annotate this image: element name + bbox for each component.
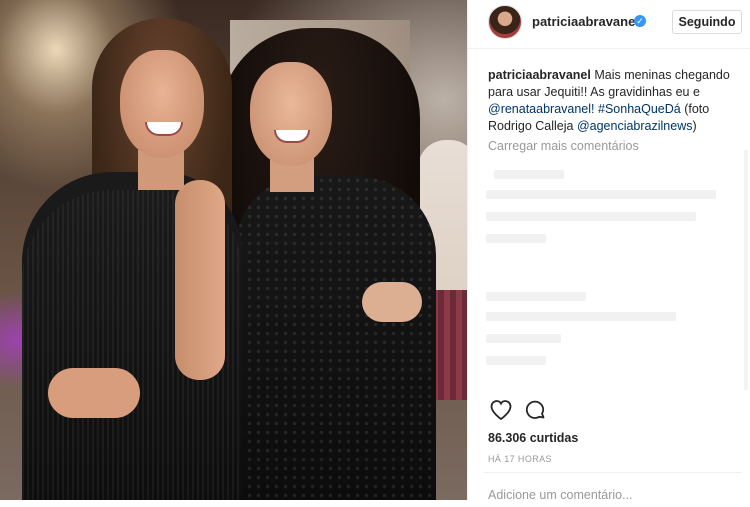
right-woman-hands — [362, 282, 422, 322]
left-woman-arm — [175, 180, 225, 380]
comment-bubble-icon — [525, 400, 545, 419]
mention-link-agency[interactable]: @agenciabrazilnews — [577, 119, 693, 133]
following-button[interactable]: Seguindo — [672, 10, 742, 34]
faded-comment-line — [486, 212, 696, 221]
post-header: patriciaabravanel ✓ Seguindo — [468, 0, 750, 49]
likes-count[interactable]: 86.306 curtidas — [488, 431, 578, 445]
add-comment-input[interactable] — [486, 483, 740, 507]
heart-icon — [490, 400, 512, 421]
load-more-comments-link[interactable]: Carregar mais comentários — [488, 139, 639, 153]
faded-comment-line — [486, 292, 586, 301]
comment-button[interactable] — [522, 398, 548, 424]
post-timestamp[interactable]: HÁ 17 HORAS — [488, 454, 552, 464]
divider — [484, 472, 742, 473]
mention-link[interactable]: @renataabravanel! — [488, 102, 595, 116]
caption-username[interactable]: patriciaabravanel — [488, 68, 591, 82]
faded-comment-line — [486, 312, 676, 321]
hashtag-link[interactable]: #SonhaQueDá — [598, 102, 681, 116]
caption-text-close: ) — [692, 119, 697, 133]
left-woman-hands — [48, 368, 140, 418]
post-photo[interactable] — [0, 0, 467, 500]
faded-comment-line — [486, 334, 561, 343]
right-woman-lace — [236, 176, 436, 500]
right-woman-face — [250, 62, 332, 166]
like-button[interactable] — [488, 398, 514, 424]
faded-comment-line — [486, 234, 546, 243]
post-side-panel: patriciaabravanel ✓ Seguindo patriciaabr… — [467, 0, 750, 507]
comments-scrollbar[interactable] — [744, 150, 748, 390]
faded-comments-area — [486, 160, 726, 390]
background-person-legs — [432, 290, 467, 400]
faded-comment-line — [486, 356, 546, 365]
left-woman-face — [120, 50, 204, 158]
post-caption: patriciaabravanel Mais meninas chegando … — [488, 67, 738, 135]
faded-comment-line — [494, 170, 564, 179]
verified-badge-icon: ✓ — [634, 15, 646, 27]
header-username[interactable]: patriciaabravanel — [532, 14, 639, 29]
avatar[interactable] — [488, 5, 522, 39]
faded-comment-line — [486, 190, 716, 199]
